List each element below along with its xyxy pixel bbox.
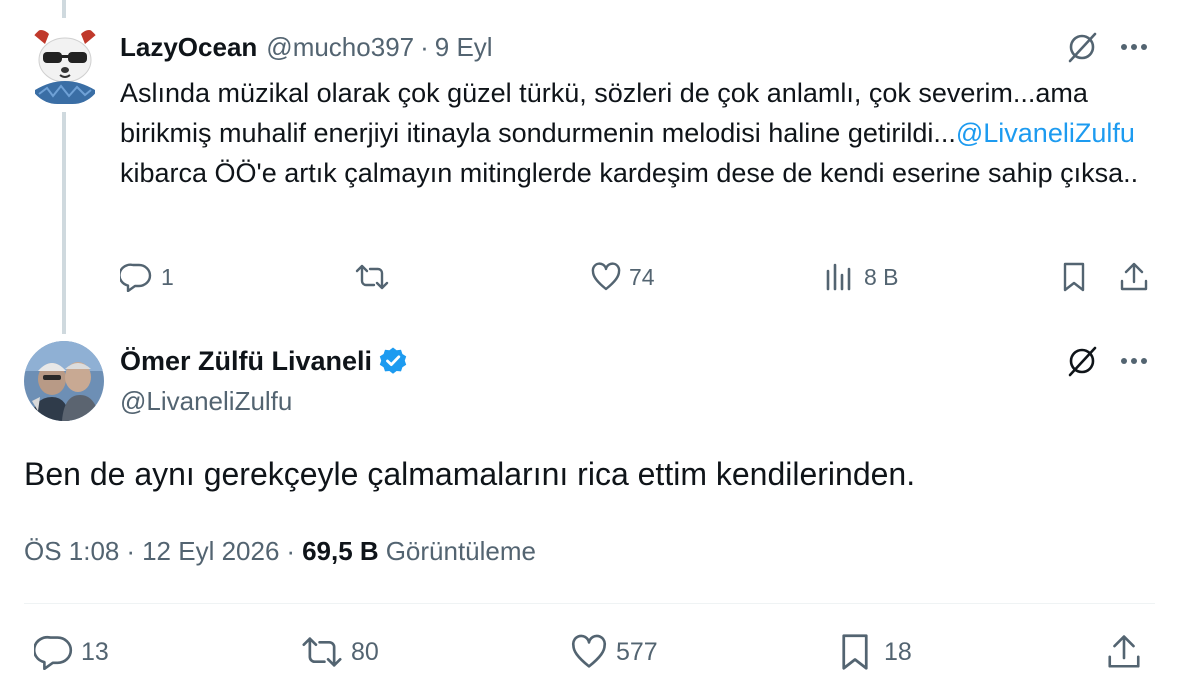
separator: ·: [286, 535, 296, 566]
retweet-button[interactable]: [354, 261, 397, 293]
verified-badge-icon[interactable]: [378, 346, 408, 376]
retweet-button[interactable]: 80: [300, 634, 379, 670]
retweet-count: 80: [351, 637, 379, 666]
tweet-time[interactable]: ÖS 1:08: [24, 536, 119, 567]
reply-count: 13: [81, 637, 109, 666]
reply-button[interactable]: 13: [34, 634, 109, 670]
author-name-row: Ömer Zülfü Livaneli: [120, 343, 408, 379]
reply-count: 1: [161, 263, 174, 290]
reply-text: Aslında müzikal olarak çok güzel türkü, …: [120, 73, 1170, 193]
reply-text-end: kibarca ÖÖ'e artık çalmayın mitinglerde …: [120, 158, 1139, 188]
share-button[interactable]: [1104, 632, 1144, 672]
reply-button[interactable]: 1: [120, 261, 174, 293]
more-icon[interactable]: [1115, 33, 1153, 61]
like-count: 577: [616, 637, 658, 666]
bookmark-button[interactable]: 18: [838, 632, 912, 672]
views-label: Görüntüleme: [385, 535, 536, 566]
like-button[interactable]: 74: [590, 261, 655, 293]
mention-link[interactable]: @LivaneliZulfu: [956, 118, 1135, 148]
tweet-meta: ÖS 1:08 · 12 Eyl 2026 · 69,5 B Görüntüle…: [24, 533, 536, 569]
more-icon[interactable]: [1115, 347, 1153, 375]
bookmark-icon: [842, 634, 868, 670]
avatar[interactable]: [24, 341, 104, 421]
views-button[interactable]: 8 B: [824, 261, 899, 293]
author-name[interactable]: LazyOcean: [120, 32, 257, 63]
share-button[interactable]: [1116, 259, 1152, 295]
tweet-date[interactable]: 9 Eyl: [435, 32, 493, 63]
tweet-date[interactable]: 12 Eyl 2026: [142, 536, 279, 567]
author-handle[interactable]: @LivaneliZulfu: [120, 384, 292, 418]
bookmark-button[interactable]: [1057, 259, 1091, 295]
tweet-text: Ben de aynı gerekçeyle çalmamalarını ric…: [24, 456, 916, 492]
retweet-icon: [355, 264, 389, 290]
bookmark-count: 18: [884, 637, 912, 666]
author-handle[interactable]: @mucho397: [266, 32, 414, 63]
reply-header: LazyOcean @mucho397 · 9 Eyl: [120, 30, 493, 64]
separator: ·: [126, 535, 136, 566]
like-button[interactable]: 577: [569, 634, 658, 670]
share-icon: [1108, 635, 1140, 668]
like-count: 74: [629, 263, 655, 290]
views-count: 69,5 B: [302, 535, 379, 566]
reply-icon: [120, 263, 152, 292]
heart-icon: [591, 262, 621, 291]
views-count: 8 B: [864, 263, 899, 290]
retweet-icon: [302, 637, 342, 667]
separator: ·: [420, 31, 429, 62]
thread-line: [62, 0, 66, 18]
heart-icon: [571, 634, 607, 668]
divider: [24, 603, 1155, 604]
author-name[interactable]: Ömer Zülfü Livaneli: [120, 346, 372, 377]
grok-icon[interactable]: [1063, 343, 1101, 379]
avatar[interactable]: [27, 24, 103, 104]
thread-line: [62, 112, 66, 334]
grok-icon[interactable]: [1063, 29, 1101, 65]
share-icon: [1120, 262, 1148, 291]
reply-icon: [34, 635, 73, 670]
reply-text-start: Aslında müzikal olarak çok güzel türkü, …: [120, 78, 1088, 148]
analytics-icon: [826, 263, 851, 291]
bookmark-icon: [1063, 262, 1085, 292]
